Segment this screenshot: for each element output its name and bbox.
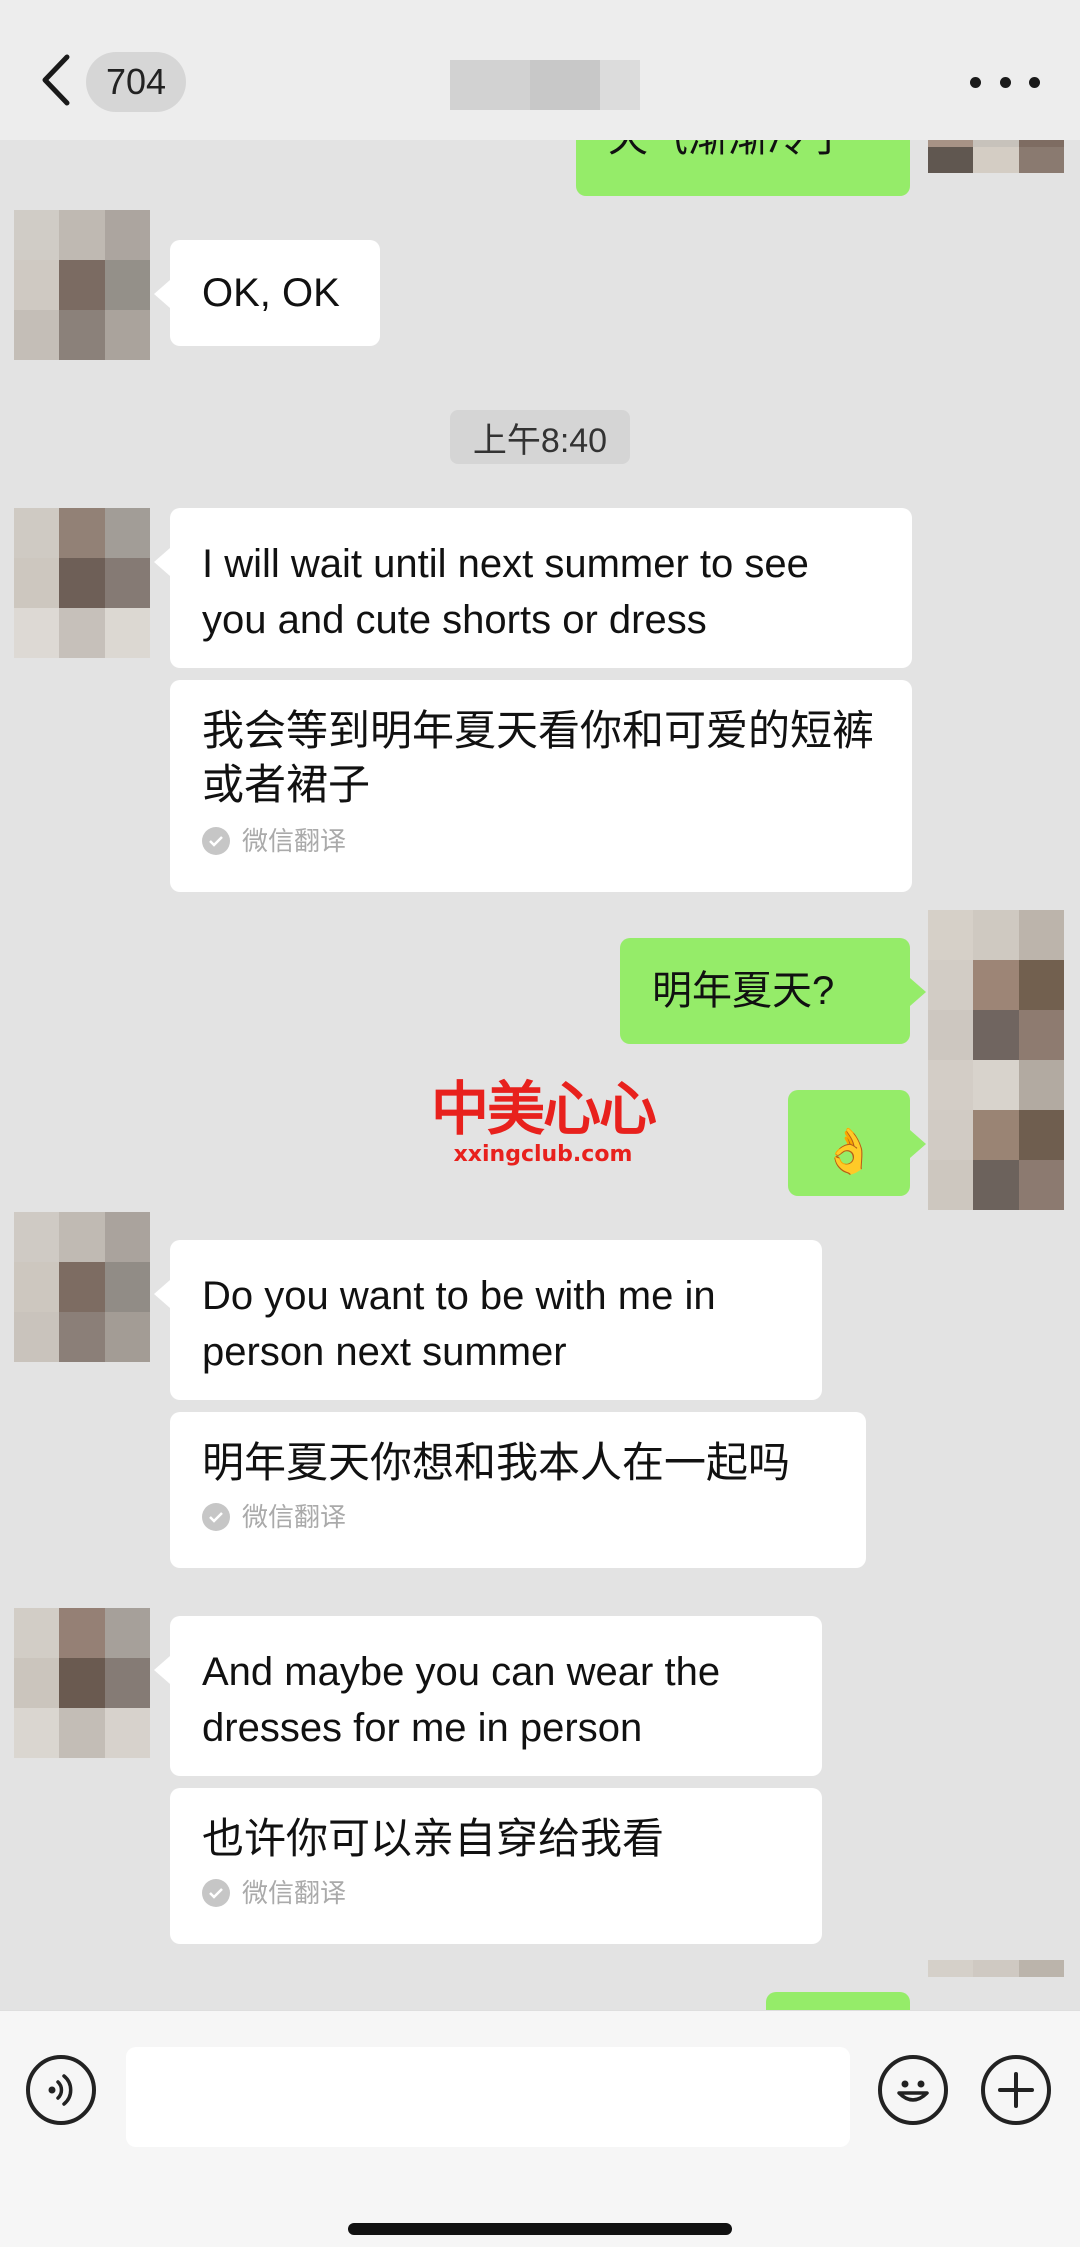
message-bubble-incoming[interactable]: And maybe you can wear the dresses for m… (154, 1616, 822, 1776)
avatar-self[interactable] (928, 910, 1064, 1060)
chat-header: 704 (0, 0, 1080, 140)
message-timestamp: 上午8:40 (450, 410, 630, 464)
message-text: I will wait until next summer to see you… (202, 542, 809, 642)
more-options-button[interactable] (970, 60, 1040, 104)
voice-icon (48, 2074, 73, 2106)
avatar-self[interactable] (928, 1960, 1064, 2010)
message-text (766, 1992, 910, 2010)
home-indicator (348, 2223, 732, 2235)
avatar-contact[interactable] (14, 508, 150, 658)
more-dots-icon (970, 76, 981, 88)
input-bar (0, 2010, 1080, 2247)
message-bubble-incoming[interactable]: Do you want to be with me in person next… (154, 1240, 822, 1400)
smiley-icon (897, 2080, 929, 2102)
ok-hand-emoji: 👌 (821, 1126, 877, 1177)
avatar-self[interactable] (928, 1060, 1064, 1210)
chat-title-blurred (450, 60, 640, 110)
translation-tag-label: 微信翻译 (242, 826, 347, 856)
translation-text: 也许你可以亲自穿给我看 (202, 1815, 665, 1862)
translation-bubble[interactable]: 我会等到明年夏天看你和可爱的短裤或者裙子 微信翻译 (170, 680, 912, 892)
plus-icon (998, 2072, 1034, 2108)
message-input[interactable] (126, 2047, 850, 2147)
message-text: Do you want to be with me in person next… (202, 1274, 716, 1374)
message-bubble-incoming[interactable]: OK, OK (154, 240, 380, 346)
check-icon (202, 1503, 230, 1531)
translation-bubble[interactable]: 明年夏天你想和我本人在一起吗 微信翻译 (170, 1412, 866, 1568)
avatar-self[interactable] (928, 140, 1064, 200)
avatar-contact[interactable] (14, 210, 150, 360)
unread-count-badge[interactable]: 704 (86, 52, 186, 112)
translation-tag: 微信翻译 (202, 1866, 346, 1920)
avatar-contact[interactable] (14, 1212, 150, 1362)
message-bubble-outgoing[interactable]: 明年夏天? (620, 938, 926, 1044)
message-bubble-incoming[interactable]: I will wait until next summer to see you… (154, 508, 912, 668)
translation-text: 我会等到明年夏天看你和可爱的短裤或者裙子 (202, 707, 875, 808)
translation-tag: 微信翻译 (202, 814, 346, 868)
back-button[interactable] (36, 50, 76, 110)
message-text: OK, OK (202, 271, 340, 315)
voice-input-button[interactable] (26, 2055, 96, 2125)
message-text: And maybe you can wear the dresses for m… (202, 1650, 721, 1750)
emoji-button[interactable] (878, 2055, 948, 2125)
check-icon (202, 827, 230, 855)
translation-tag: 微信翻译 (202, 1490, 346, 1544)
chevron-left-icon (42, 54, 70, 106)
message-bubble-outgoing[interactable]: 👌 (788, 1090, 926, 1196)
translation-text: 明年夏天你想和我本人在一起吗 (202, 1439, 791, 1486)
check-icon (202, 1879, 230, 1907)
watermark-url: xxingclub.com (453, 1142, 633, 1167)
message-text: 天气渐渐冷了 (576, 140, 910, 166)
more-functions-button[interactable] (981, 2055, 1051, 2125)
watermark-title: 中美心心 (430, 1075, 657, 1143)
message-bubble-outgoing[interactable]: 天气渐渐冷了 (576, 140, 910, 196)
message-bubble-outgoing[interactable] (766, 1992, 910, 2010)
translation-tag-label: 微信翻译 (242, 1502, 347, 1532)
translation-tag-label: 微信翻译 (242, 1878, 347, 1908)
avatar-contact[interactable] (14, 1608, 150, 1758)
watermark: 中美心心 xxingclub.com (428, 1078, 658, 1167)
chat-message-list[interactable]: 天气渐渐冷了 OK, OK 上午8:40 I will wait until n… (0, 140, 1080, 2010)
translation-bubble[interactable]: 也许你可以亲自穿给我看 微信翻译 (170, 1788, 822, 1944)
message-text: 明年夏天? (652, 969, 835, 1013)
